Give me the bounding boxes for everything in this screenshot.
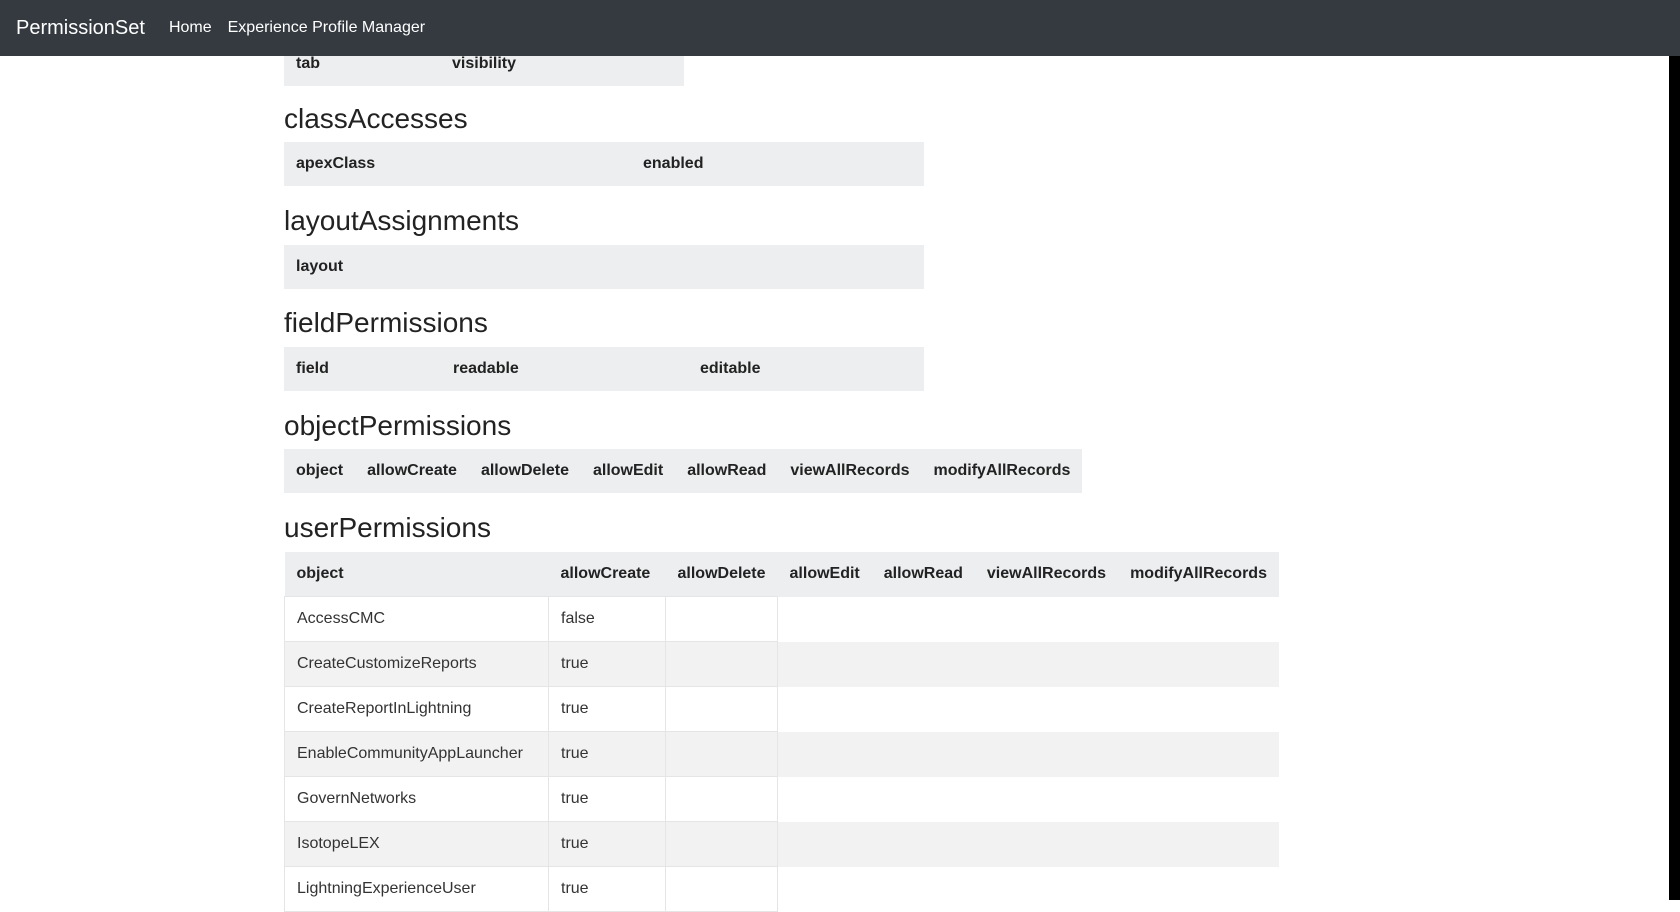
column-header-allowread: allowRead (871, 552, 975, 597)
table-row: EnableCommunityAppLauncher true (284, 731, 1279, 777)
navbar-brand[interactable]: PermissionSet (16, 17, 145, 40)
cell-object: IsotopeLEX (284, 821, 549, 867)
column-header-layout: layout (284, 245, 924, 289)
cell-filler (777, 686, 1279, 732)
column-header-editable: editable (688, 347, 924, 391)
cell-object: LightningExperienceUser (284, 866, 549, 912)
cell-allowcreate: false (548, 596, 666, 642)
table-header-row: field readable editable (284, 347, 924, 391)
table-header-row: object allowCreate allowDelete allowEdit… (284, 552, 1279, 597)
column-header-apexclass: apexClass (284, 142, 631, 186)
table-row: CreateReportInLightning true (284, 686, 1279, 732)
cell-allowcreate: true (548, 731, 666, 777)
table-row: CreateCustomizeReports true (284, 641, 1279, 687)
cell-empty (664, 776, 779, 822)
cell-object: CreateReportInLightning (284, 686, 549, 732)
cell-empty (664, 866, 779, 912)
class-accesses-table: apexClass enabled (284, 142, 924, 186)
table-header-row: object allowCreate allowDelete allowEdit… (284, 449, 1083, 493)
column-header-modifyallrecords: modifyAllRecords (1118, 552, 1279, 597)
cell-object: AccessCMC (284, 596, 549, 642)
cell-allowcreate: true (548, 821, 666, 867)
column-header-object: object (284, 552, 549, 597)
column-header-enabled: enabled (631, 142, 924, 186)
cell-allowcreate: true (548, 776, 666, 822)
cell-filler (777, 596, 1279, 642)
object-permissions-table: object allowCreate allowDelete allowEdit… (284, 449, 1083, 493)
table-row: AccessCMC false (284, 596, 1279, 642)
cell-filler (777, 821, 1279, 867)
cell-allowcreate: true (548, 641, 666, 687)
column-header-allowedit: allowEdit (777, 552, 872, 597)
cell-object: CreateCustomizeReports (284, 641, 549, 687)
table-row: LightningExperienceUser true (284, 866, 1279, 912)
column-header-viewallrecords: viewAllRecords (778, 449, 922, 493)
section-title-object-permissions: objectPermissions (284, 410, 512, 441)
cell-filler (777, 776, 1279, 822)
column-header-allowdelete: allowDelete (468, 449, 581, 493)
table-header-row: apexClass enabled (284, 142, 924, 186)
column-header-allowcreate: allowCreate (548, 552, 666, 597)
column-header-viewallrecords: viewAllRecords (974, 552, 1119, 597)
column-header-object: object (284, 449, 356, 493)
cell-allowcreate: true (548, 686, 666, 732)
cell-object: EnableCommunityAppLauncher (284, 731, 549, 777)
window-edge (1669, 56, 1680, 900)
table-header-row: layout (284, 245, 924, 289)
section-title-user-permissions: userPermissions (284, 512, 491, 543)
cell-empty (664, 596, 779, 642)
section-title-class-accesses: classAccesses (284, 103, 468, 134)
cell-empty (664, 686, 779, 732)
nav-link-home[interactable]: Home (169, 19, 212, 37)
section-title-field-permissions: fieldPermissions (284, 307, 488, 338)
cell-allowcreate: true (548, 866, 666, 912)
table-row: GovernNetworks true (284, 776, 1279, 822)
user-permissions-table: object allowCreate allowDelete allowEdit… (284, 552, 1279, 912)
column-header-allowdelete: allowDelete (665, 552, 778, 597)
cell-empty (664, 821, 779, 867)
field-permissions-table: field readable editable (284, 347, 924, 391)
cell-empty (664, 641, 779, 687)
cell-filler (777, 641, 1279, 687)
table-row: IsotopeLEX true (284, 821, 1279, 867)
column-header-allowedit: allowEdit (580, 449, 676, 493)
column-header-allowcreate: allowCreate (355, 449, 469, 493)
nav-link-experience-profile-manager[interactable]: Experience Profile Manager (228, 19, 425, 37)
column-header-modifyallrecords: modifyAllRecords (921, 449, 1083, 493)
cell-filler (777, 866, 1279, 912)
cell-filler (777, 731, 1279, 777)
column-header-field: field (284, 347, 441, 391)
cell-empty (664, 731, 779, 777)
top-navbar: PermissionSet Home Experience Profile Ma… (0, 0, 1680, 56)
section-title-layout-assignments: layoutAssignments (284, 205, 520, 236)
column-header-readable: readable (441, 347, 688, 391)
cell-object: GovernNetworks (284, 776, 549, 822)
layout-assignments-table: layout (284, 245, 924, 289)
column-header-allowread: allowRead (675, 449, 779, 493)
